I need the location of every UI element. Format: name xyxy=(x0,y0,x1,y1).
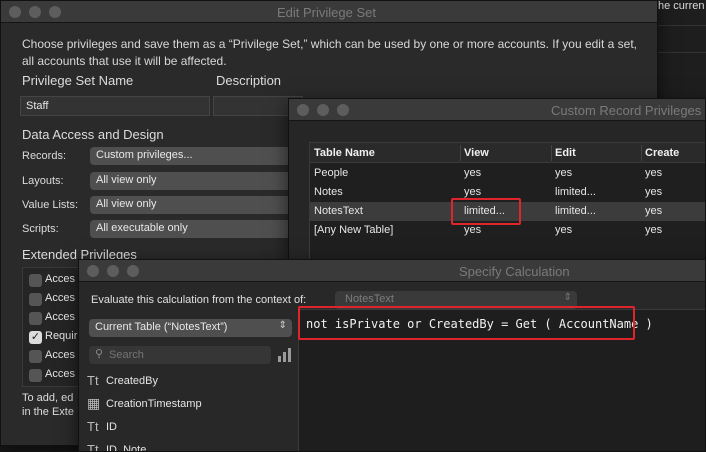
search-icon: ⚲ xyxy=(95,348,104,360)
extended-checkbox[interactable] xyxy=(29,369,42,382)
field-name: CreationTimestamp xyxy=(106,398,202,410)
footer-text: in the Exte xyxy=(22,406,74,418)
column-header-edit[interactable]: Edit xyxy=(555,147,576,159)
field-name: CreatedBy xyxy=(106,375,158,387)
table-row[interactable]: People yes yes yes xyxy=(310,164,705,183)
titlebar: Specify Calculation xyxy=(79,260,705,282)
extended-item-label: Acces xyxy=(45,273,75,285)
formula-highlight-box xyxy=(298,306,635,340)
value-lists-label: Value Lists: xyxy=(22,199,79,211)
data-access-heading: Data Access and Design xyxy=(22,127,164,142)
cell-create: yes xyxy=(645,186,663,198)
cell-create: yes xyxy=(645,205,663,217)
cell-table-name: Notes xyxy=(314,186,343,198)
column-header-create[interactable]: Create xyxy=(645,147,679,159)
field-list-item[interactable]: Tt CreatedBy xyxy=(85,371,291,393)
extended-checkbox[interactable] xyxy=(29,312,42,325)
window-title: Specify Calculation xyxy=(459,264,570,279)
cell-table-name: People xyxy=(314,167,349,179)
minimize-button[interactable] xyxy=(107,265,119,277)
text-field-icon: Tt xyxy=(87,373,99,388)
records-popup[interactable]: Custom privileges... xyxy=(90,147,300,165)
extended-item-label: Requir xyxy=(45,330,78,342)
context-popup-value: NotesText xyxy=(345,293,394,305)
bar-chart-icon-bar xyxy=(278,356,281,362)
minimize-button[interactable] xyxy=(317,104,329,116)
column-header-table-name[interactable]: Table Name xyxy=(314,147,375,159)
bar-chart-icon[interactable] xyxy=(278,348,292,362)
scripts-label: Scripts: xyxy=(22,223,59,235)
field-list-item[interactable]: Tt ID xyxy=(85,417,291,439)
context-label: Evaluate this calculation from the conte… xyxy=(91,294,307,306)
field-name: ID_Note xyxy=(106,444,147,452)
layouts-label: Layouts: xyxy=(22,175,64,187)
cell-edit: limited... xyxy=(555,205,596,217)
cell-view: yes xyxy=(464,186,482,198)
records-label: Records: xyxy=(22,150,67,162)
extended-checkbox[interactable] xyxy=(29,293,42,306)
extended-checkbox[interactable] xyxy=(29,350,42,363)
footer-text: To add, ed xyxy=(22,392,74,404)
table-header: Table Name View Edit Create xyxy=(310,143,705,163)
background-text: he curren xyxy=(658,0,705,12)
popup-chevron-icon: ⇕ xyxy=(563,292,572,303)
instructions-text: Choose privileges and save them as a “Pr… xyxy=(22,37,637,68)
extended-item-label: Acces xyxy=(45,368,75,380)
background-divider xyxy=(658,25,706,26)
layouts-popup[interactable]: All view only xyxy=(90,172,300,190)
window-title: Edit Privilege Set xyxy=(277,5,376,20)
cell-edit: yes xyxy=(555,167,573,179)
close-button[interactable] xyxy=(9,6,21,18)
custom-record-privileges-window: Custom Record Privileges Table Name View… xyxy=(288,98,706,263)
field-list-item[interactable]: Tt ID_Note xyxy=(85,440,291,452)
extended-privileges-list: Acces Acces Acces ✓ Requir Acces Acces xyxy=(22,267,82,387)
field-name: ID xyxy=(106,421,117,433)
field-list-item[interactable]: ▦ CreationTimestamp xyxy=(85,394,291,416)
column-header-view[interactable]: View xyxy=(464,147,489,159)
close-button[interactable] xyxy=(297,104,309,116)
cell-edit: yes xyxy=(555,224,573,236)
extended-checkbox-checked[interactable]: ✓ xyxy=(29,331,42,344)
scripts-popup[interactable]: All executable only xyxy=(90,220,300,238)
cell-table-name: NotesText xyxy=(314,205,363,217)
extended-item-label: Acces xyxy=(45,349,75,361)
zoom-button[interactable] xyxy=(49,6,61,18)
cell-view: yes xyxy=(464,224,482,236)
column-divider xyxy=(641,145,642,161)
text-field-icon: Tt xyxy=(87,419,99,434)
search-input[interactable] xyxy=(109,347,264,363)
timestamp-field-icon: ▦ xyxy=(87,395,101,411)
minimize-button[interactable] xyxy=(29,6,41,18)
cell-view: yes xyxy=(464,167,482,179)
popup-chevron-icon: ⇕ xyxy=(278,320,287,331)
bar-chart-icon-bar xyxy=(283,352,286,362)
value-lists-popup[interactable]: All view only xyxy=(90,196,300,214)
view-highlight-box xyxy=(451,198,521,225)
text-field-icon: Tt xyxy=(87,442,99,452)
close-button[interactable] xyxy=(87,265,99,277)
column-divider xyxy=(551,145,552,161)
cell-create: yes xyxy=(645,167,663,179)
extended-item-label: Acces xyxy=(45,311,75,323)
titlebar: Edit Privilege Set xyxy=(1,1,657,23)
zoom-button[interactable] xyxy=(127,265,139,277)
privilege-set-name-label: Privilege Set Name xyxy=(22,73,134,88)
cell-create: yes xyxy=(645,224,663,236)
table-popup-value: Current Table (“NotesText”) xyxy=(95,321,228,333)
extended-checkbox[interactable] xyxy=(29,274,42,287)
background-divider xyxy=(658,52,706,53)
window-title: Custom Record Privileges xyxy=(551,103,702,118)
privilege-set-name-field[interactable]: Staff xyxy=(20,96,210,116)
column-divider xyxy=(460,145,461,161)
specify-calculation-window: Specify Calculation Evaluate this calcul… xyxy=(78,259,706,452)
bar-chart-icon-bar xyxy=(288,348,291,362)
cell-edit: limited... xyxy=(555,186,596,198)
extended-item-label: Acces xyxy=(45,292,75,304)
cell-table-name: [Any New Table] xyxy=(314,224,394,236)
field-search-box[interactable]: ⚲ xyxy=(89,346,271,364)
titlebar: Custom Record Privileges xyxy=(289,99,705,121)
description-label: Description xyxy=(216,73,282,88)
table-popup[interactable]: Current Table (“NotesText”) ⇕ xyxy=(89,319,292,337)
zoom-button[interactable] xyxy=(337,104,349,116)
